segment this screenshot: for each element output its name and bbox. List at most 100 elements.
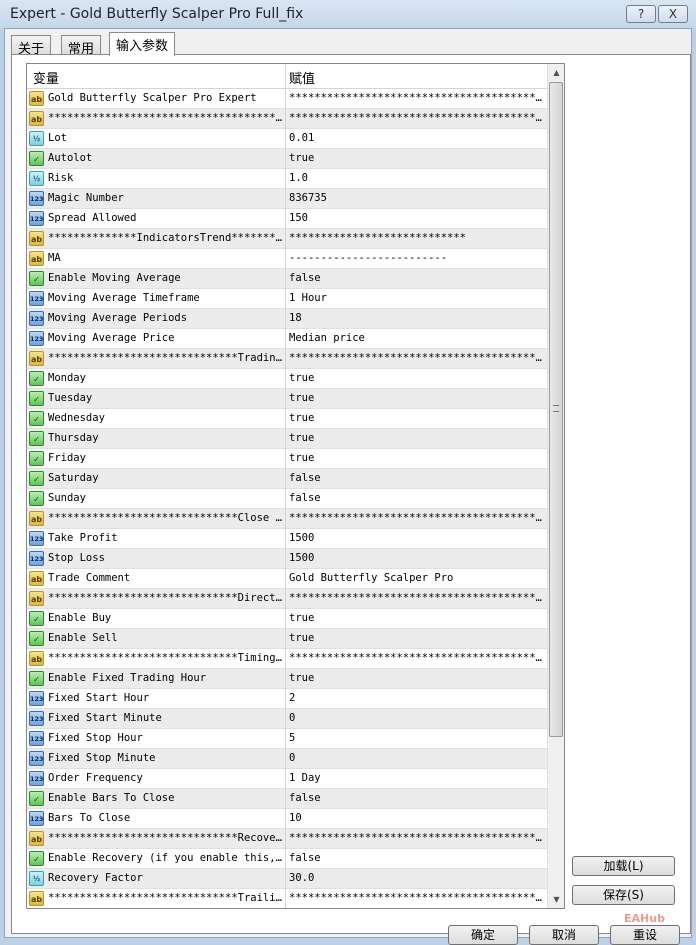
table-row[interactable]: 123 Fixed Stop Hour 5 xyxy=(27,729,547,749)
table-row[interactable]: ab Trade Comment Gold Butterfly Scalper … xyxy=(27,569,547,589)
table-row[interactable]: ab Gold Butterfly Scalper Pro Expert ***… xyxy=(27,89,547,109)
parameter-value[interactable]: true xyxy=(289,372,544,384)
help-button[interactable]: ? xyxy=(626,5,656,23)
table-row[interactable]: ✓ Thursday true xyxy=(27,429,547,449)
table-row[interactable]: ab ******************************Timing.… xyxy=(27,649,547,669)
ok-button[interactable]: 确定 xyxy=(448,925,518,945)
scroll-thumb[interactable] xyxy=(549,82,563,737)
table-row[interactable]: ab ******************************Traili.… xyxy=(27,889,547,908)
parameter-value[interactable]: 836735 xyxy=(289,192,544,204)
parameter-value[interactable]: 0 xyxy=(289,752,544,764)
close-button[interactable]: X xyxy=(658,5,688,23)
table-row[interactable]: 123 Take Profit 1500 xyxy=(27,529,547,549)
parameter-value[interactable]: true xyxy=(289,452,544,464)
parameter-value[interactable]: 1.0 xyxy=(289,172,544,184)
parameter-value[interactable]: false xyxy=(289,272,544,284)
parameter-value[interactable]: 1500 xyxy=(289,552,544,564)
table-row[interactable]: ab ******************************Direct.… xyxy=(27,589,547,609)
parameter-value[interactable]: ****************************************… xyxy=(289,512,544,524)
parameter-value[interactable]: 1 Day xyxy=(289,772,544,784)
scroll-down-icon[interactable]: ▼ xyxy=(548,891,564,908)
parameter-value[interactable]: false xyxy=(289,792,544,804)
parameter-value[interactable]: 1500 xyxy=(289,532,544,544)
parameter-value[interactable]: ------------------------- xyxy=(289,252,544,264)
table-row[interactable]: ab MA ------------------------- xyxy=(27,249,547,269)
table-row[interactable]: ✓ Enable Sell true xyxy=(27,629,547,649)
parameter-value[interactable]: 0.01 xyxy=(289,132,544,144)
parameter-value[interactable]: ****************************************… xyxy=(289,652,544,664)
table-row[interactable]: ✓ Tuesday true xyxy=(27,389,547,409)
scroll-up-icon[interactable]: ▲ xyxy=(548,64,564,81)
table-row[interactable]: ✓ Friday true xyxy=(27,449,547,469)
table-row[interactable]: ✓ Saturday false xyxy=(27,469,547,489)
table-row[interactable]: ab ******************************Recove.… xyxy=(27,829,547,849)
table-row[interactable]: 123 Fixed Start Hour 2 xyxy=(27,689,547,709)
table-row[interactable]: 123 Spread Allowed 150 xyxy=(27,209,547,229)
parameter-value[interactable]: true xyxy=(289,412,544,424)
table-row[interactable]: 123 Moving Average Timeframe 1 Hour xyxy=(27,289,547,309)
parameter-name: Risk xyxy=(48,172,74,184)
table-row[interactable]: 123 Stop Loss 1500 xyxy=(27,549,547,569)
parameter-value[interactable]: 0 xyxy=(289,712,544,724)
parameter-value[interactable]: Median price xyxy=(289,332,544,344)
parameter-value[interactable]: ****************************************… xyxy=(289,112,544,124)
table-row[interactable]: 123 Bars To Close 10 xyxy=(27,809,547,829)
parameter-value[interactable]: Gold Butterfly Scalper Pro xyxy=(289,572,544,584)
table-row[interactable]: ✓ Autolot true xyxy=(27,149,547,169)
tab-about[interactable]: 关于 xyxy=(11,35,52,57)
table-row[interactable]: ½ Risk 1.0 xyxy=(27,169,547,189)
table-row[interactable]: ✓ Enable Fixed Trading Hour true xyxy=(27,669,547,689)
parameter-value[interactable]: false xyxy=(289,852,544,864)
table-row[interactable]: ✓ Sunday false xyxy=(27,489,547,509)
parameter-value[interactable]: ****************************************… xyxy=(289,892,544,904)
table-row[interactable]: ✓ Enable Moving Average false xyxy=(27,269,547,289)
table-row[interactable]: 123 Moving Average Price Median price xyxy=(27,329,547,349)
parameter-value[interactable]: ****************************************… xyxy=(289,352,544,364)
ab-type-icon: ab xyxy=(29,831,44,846)
table-row[interactable]: 123 Fixed Stop Minute 0 xyxy=(27,749,547,769)
parameter-value[interactable]: true xyxy=(289,432,544,444)
vertical-scrollbar[interactable]: ▲ ▼ xyxy=(547,64,564,908)
table-row[interactable]: ✓ Enable Buy true xyxy=(27,609,547,629)
parameter-value[interactable]: 2 xyxy=(289,692,544,704)
table-row[interactable]: ✓ Wednesday true xyxy=(27,409,547,429)
table-row[interactable]: 123 Moving Average Periods 18 xyxy=(27,309,547,329)
table-row[interactable]: ab *************************************… xyxy=(27,109,547,129)
table-row[interactable]: ½ Lot 0.01 xyxy=(27,129,547,149)
table-row[interactable]: ab ******************************Close .… xyxy=(27,509,547,529)
table-row[interactable]: ✓ Enable Bars To Close false xyxy=(27,789,547,809)
parameter-value[interactable]: 18 xyxy=(289,312,544,324)
parameter-value[interactable]: 30.0 xyxy=(289,872,544,884)
save-button[interactable]: 保存(S) xyxy=(572,885,675,905)
load-button[interactable]: 加载(L) xyxy=(572,856,675,876)
parameter-value[interactable]: ****************************************… xyxy=(289,592,544,604)
parameter-value[interactable]: true xyxy=(289,612,544,624)
parameter-value[interactable]: true xyxy=(289,152,544,164)
parameter-value[interactable]: false xyxy=(289,472,544,484)
parameter-value[interactable]: true xyxy=(289,632,544,644)
reset-button[interactable]: 重设 xyxy=(610,925,680,945)
table-row[interactable]: 123 Fixed Start Minute 0 xyxy=(27,709,547,729)
table-row[interactable]: ✓ Enable Recovery (if you enable this,..… xyxy=(27,849,547,869)
parameter-value[interactable]: 5 xyxy=(289,732,544,744)
parameter-value[interactable]: 10 xyxy=(289,812,544,824)
parameter-value[interactable]: true xyxy=(289,672,544,684)
parameter-value[interactable]: ****************************************… xyxy=(289,92,544,104)
header-value[interactable]: 赋值 xyxy=(289,68,315,87)
table-row[interactable]: 123 Order Frequency 1 Day xyxy=(27,769,547,789)
parameter-value[interactable]: false xyxy=(289,492,544,504)
table-row[interactable]: ✓ Monday true xyxy=(27,369,547,389)
table-row[interactable]: ab **************IndicatorsTrend*******.… xyxy=(27,229,547,249)
parameter-value[interactable]: 150 xyxy=(289,212,544,224)
parameter-value[interactable]: **************************** xyxy=(289,232,544,244)
parameter-value[interactable]: 1 Hour xyxy=(289,292,544,304)
cancel-button[interactable]: 取消 xyxy=(529,925,599,945)
parameter-value[interactable]: true xyxy=(289,392,544,404)
tab-inputs[interactable]: 输入参数 xyxy=(109,32,176,56)
parameter-value[interactable]: ****************************************… xyxy=(289,832,544,844)
table-row[interactable]: 123 Magic Number 836735 xyxy=(27,189,547,209)
table-row[interactable]: ab ******************************Tradin.… xyxy=(27,349,547,369)
tab-common[interactable]: 常用 xyxy=(61,35,102,57)
table-row[interactable]: ½ Recovery Factor 30.0 xyxy=(27,869,547,889)
header-variable[interactable]: 变量 xyxy=(33,68,59,87)
